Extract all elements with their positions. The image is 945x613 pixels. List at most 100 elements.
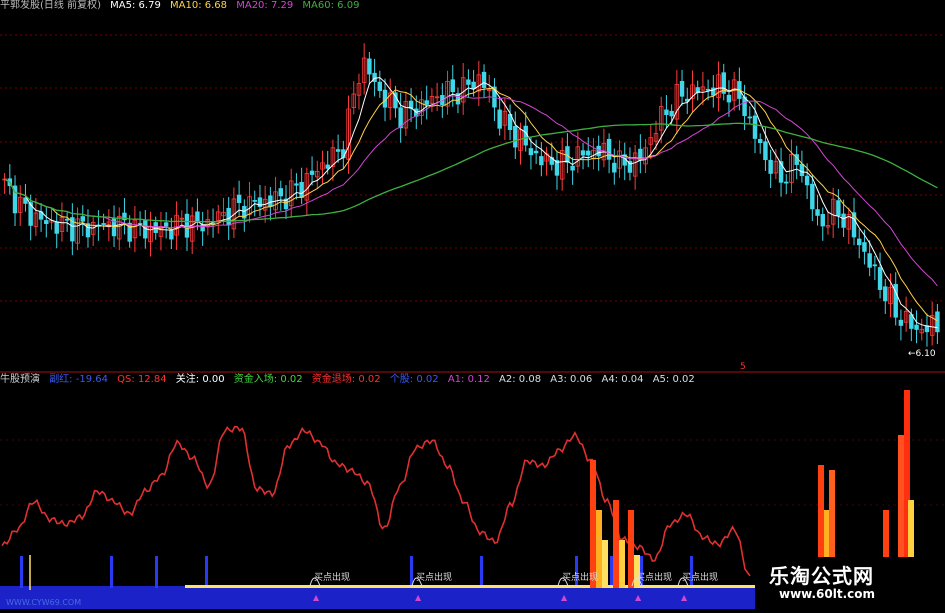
candle-body — [820, 214, 825, 227]
candle-body — [742, 96, 747, 117]
ma60-line — [4, 122, 938, 223]
candle-body — [424, 100, 429, 105]
candle-body — [580, 150, 586, 156]
candle-body — [784, 181, 789, 184]
candle-body — [669, 110, 674, 117]
candle-body — [252, 200, 257, 202]
fire-bar — [590, 460, 596, 588]
candle-body — [752, 115, 758, 139]
candle-body — [804, 175, 810, 186]
blue-signal-bar — [480, 556, 483, 588]
indicator-header: 牛股预演 副红: -19.64 QS: 12.84 关注: 0.00 资金入场:… — [0, 373, 701, 387]
candle-body — [778, 161, 784, 183]
candle-body — [335, 149, 341, 152]
watermark: 乐淘公式网 www.60lt.com — [755, 557, 945, 609]
indicator-name: 牛股预演 — [0, 374, 40, 385]
candle-body — [877, 267, 883, 290]
candle-body — [372, 72, 377, 82]
candle-body — [705, 88, 711, 91]
buy-signal-triangle: ▲ — [635, 593, 642, 602]
moving-average-lines: ←6.10 — [4, 77, 938, 359]
buy-signal-label: 买点出现 — [682, 571, 718, 583]
candle-body — [528, 148, 534, 156]
blue-signal-bar — [610, 556, 613, 588]
candle-body — [299, 181, 304, 198]
ma20-value: MA20: 7.29 — [236, 0, 294, 11]
candle-body — [857, 238, 862, 246]
candle-body — [862, 242, 867, 252]
candle-body — [596, 145, 601, 157]
last-price-label: ←6.10 — [908, 349, 936, 359]
blue-signal-bar — [20, 556, 23, 588]
candle-body — [898, 319, 904, 326]
candle-body — [377, 81, 383, 91]
buy-signal-label: 买点出现 — [562, 571, 598, 583]
blue-signal-bar — [575, 556, 578, 588]
buy-signal-triangle: ▲ — [415, 593, 422, 602]
candle-body — [554, 160, 560, 176]
blue-signal-bar — [690, 556, 693, 588]
candle-body — [612, 162, 617, 173]
candle-body — [841, 213, 846, 228]
candle-body — [747, 116, 753, 119]
candle-body — [815, 209, 820, 216]
ma60-value: MA60: 6.09 — [302, 0, 360, 11]
candle-body — [294, 183, 299, 186]
grid-lines: 5 — [0, 34, 945, 506]
indicator-b: QS: 12.84 — [117, 374, 167, 385]
indicator-k: A5: 0.02 — [652, 374, 695, 385]
candle-body — [471, 81, 476, 90]
candle-body — [163, 222, 169, 227]
buy-signal-label: 买点出现 — [416, 571, 452, 583]
candle-body — [664, 109, 669, 115]
chart-title: 平郭发股(日线 前复权) — [0, 0, 101, 11]
candle-body — [883, 286, 888, 302]
candle-body — [195, 211, 200, 222]
indicator-c: 关注: 0.00 — [175, 374, 225, 385]
candle-body — [309, 170, 315, 175]
candle-body — [101, 223, 106, 225]
candle-body — [757, 139, 763, 144]
candle-body — [278, 188, 284, 197]
divider-label: 5 — [740, 362, 746, 372]
candle-body — [867, 253, 872, 268]
candle-body — [497, 109, 502, 129]
buy-signal-label: 买点出现 — [314, 571, 350, 583]
yellow-base-line — [185, 585, 755, 588]
watermark-url: www.60lt.com — [779, 587, 876, 601]
candle-body — [539, 156, 544, 166]
blue-signal-bar — [205, 556, 208, 588]
indicator-j: A4: 0.04 — [601, 374, 644, 385]
indicator-curve — [1, 425, 751, 577]
watermark-title: 乐淘公式网 — [769, 564, 874, 588]
blue-signal-bar — [155, 556, 158, 588]
candle-body — [533, 150, 539, 154]
candle-body — [44, 220, 49, 224]
candle-body — [726, 94, 732, 103]
buy-signal-triangle: ▲ — [313, 593, 320, 602]
candle-body — [570, 165, 575, 171]
fire-bar — [628, 510, 634, 588]
indicator-a: 副红: -19.64 — [49, 374, 108, 385]
candle-body — [481, 71, 487, 88]
candle-body — [763, 141, 768, 161]
candle-body — [836, 200, 841, 217]
indicator-i: A3: 0.06 — [550, 374, 593, 385]
ma5-line — [4, 77, 938, 329]
candle-body — [85, 223, 91, 238]
candle-body — [64, 218, 70, 221]
stock-chart-window: 5 ←6.10 买点出现 ▲ 买点出现 ▲ 买点出现 ▲ 买点出现 ▲ 买点出现 ▲ 平郭发股(日… — [0, 0, 945, 609]
indicator-d: 资金入场: 0.02 — [233, 374, 303, 385]
buy-signal-triangle: ▲ — [561, 593, 568, 602]
indicator-f: 个股: 0.02 — [389, 374, 439, 385]
candle-body — [799, 163, 805, 177]
candle-body — [586, 150, 591, 156]
candle-body — [236, 194, 242, 203]
candle-body — [325, 164, 330, 169]
fire-bar — [613, 500, 619, 588]
candle-body — [398, 107, 403, 129]
candle-body — [679, 80, 685, 97]
buy-signal-triangle: ▲ — [681, 593, 688, 602]
candle-body — [768, 159, 773, 174]
candle-body — [914, 324, 919, 330]
